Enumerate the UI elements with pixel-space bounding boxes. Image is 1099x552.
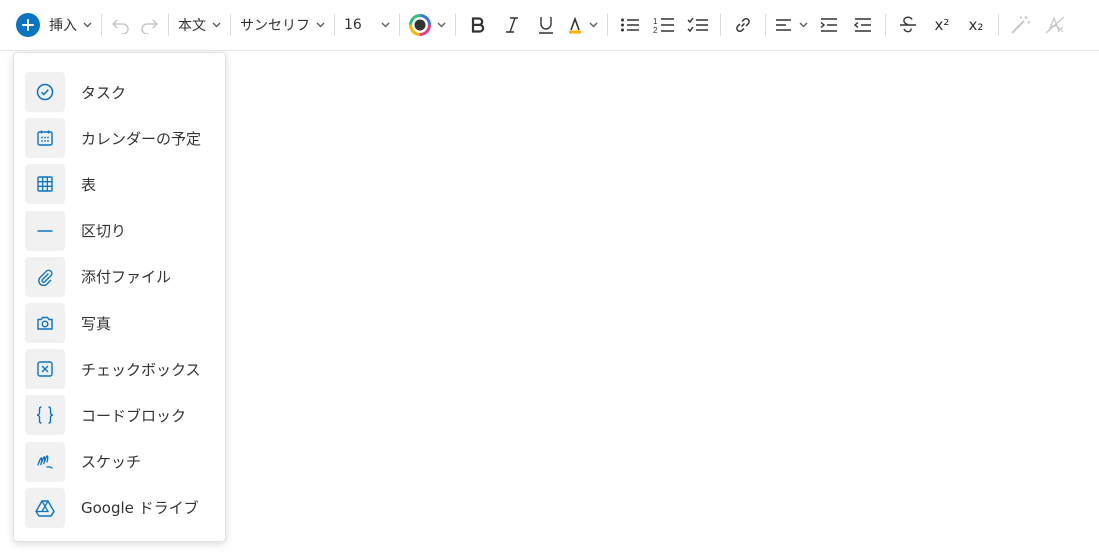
strikethrough-button[interactable]	[891, 9, 925, 41]
undo-button[interactable]	[107, 9, 135, 41]
insert-menu-item-checkbox[interactable]: チェックボックス	[14, 346, 225, 392]
table-icon	[25, 164, 65, 205]
insert-menu-item-task[interactable]: タスク	[14, 69, 225, 115]
toolbar-divider	[455, 14, 456, 36]
paragraph-style-dropdown[interactable]: 本文	[174, 9, 225, 41]
insert-menu-item-sketch[interactable]: スケッチ	[14, 439, 225, 485]
toolbar-divider	[101, 14, 102, 36]
toolbar-divider	[334, 14, 335, 36]
insert-button[interactable]: 挿入	[16, 9, 96, 41]
menu-item-label: 表	[81, 175, 97, 194]
font-family-dropdown[interactable]: サンセリフ	[236, 9, 329, 41]
highlight-button[interactable]	[563, 9, 602, 41]
numbered-list-button[interactable]: 12	[647, 9, 681, 41]
bullet-list-button[interactable]	[613, 9, 647, 41]
bold-button[interactable]	[461, 9, 495, 41]
menu-item-label: 写真	[81, 314, 112, 333]
checkbox-icon	[25, 349, 65, 390]
redo-button[interactable]	[135, 9, 163, 41]
undo-icon	[111, 19, 129, 34]
indent-icon	[820, 18, 837, 32]
insert-menu-item-table[interactable]: 表	[14, 161, 225, 207]
outdent-button[interactable]	[846, 9, 880, 41]
toolbar-divider	[168, 14, 169, 36]
sketch-icon	[25, 441, 65, 482]
insert-menu-item-divider[interactable]: 区切り	[14, 208, 225, 254]
insert-menu-item-photo[interactable]: 写真	[14, 300, 225, 346]
formatting-toolbar: 挿入 本文 サンセリフ 16 1 2 x² x₂	[0, 0, 1099, 51]
font-size-label: 16	[344, 17, 362, 33]
highlighter-icon	[569, 16, 581, 34]
task-check-icon	[25, 72, 65, 113]
menu-item-label: コードブロック	[81, 406, 187, 425]
bullet-list-icon	[621, 18, 639, 32]
align-dropdown[interactable]	[771, 9, 812, 41]
subscript-button[interactable]: x₂	[959, 9, 993, 41]
italic-button[interactable]	[495, 9, 529, 41]
chevron-down-icon	[799, 22, 808, 28]
insert-label: 挿入	[49, 18, 77, 34]
toolbar-divider	[607, 14, 608, 36]
checklist-button[interactable]	[681, 9, 715, 41]
clear-formatting-button[interactable]	[1038, 9, 1072, 41]
underline-icon	[539, 17, 553, 34]
underline-button[interactable]	[529, 9, 563, 41]
font-family-label: サンセリフ	[240, 18, 310, 34]
google-drive-icon	[25, 487, 65, 528]
bold-icon	[471, 17, 485, 33]
superscript-label: x²	[934, 16, 950, 34]
chevron-down-icon	[589, 22, 598, 28]
plus-icon	[16, 13, 40, 37]
magic-wand-icon	[1011, 16, 1031, 34]
svg-text:1: 1	[653, 17, 658, 26]
text-color-button[interactable]	[405, 9, 450, 41]
camera-icon	[25, 303, 65, 344]
indent-button[interactable]	[812, 9, 846, 41]
font-size-dropdown[interactable]: 16	[340, 9, 394, 41]
color-wheel-icon	[409, 14, 431, 36]
redo-icon	[141, 19, 159, 34]
paperclip-icon	[25, 256, 65, 297]
insert-menu-item-attachment[interactable]: 添付ファイル	[14, 254, 225, 300]
toolbar-divider	[885, 14, 886, 36]
insert-menu-item-calendar-event[interactable]: カレンダーの予定	[14, 115, 225, 161]
insert-menu: タスク カレンダーの予定 表 区切り 添付ファイル 写真 チェックボックス コー…	[13, 52, 226, 542]
paragraph-style-label: 本文	[178, 18, 206, 34]
toolbar-divider	[720, 14, 721, 36]
menu-item-label: Google ドライブ	[81, 499, 199, 518]
menu-item-label: チェックボックス	[81, 360, 201, 379]
toolbar-divider	[399, 14, 400, 36]
menu-item-label: 添付ファイル	[81, 268, 172, 287]
menu-item-label: スケッチ	[81, 453, 142, 472]
menu-item-label: カレンダーの予定	[81, 129, 202, 148]
toolbar-divider	[998, 14, 999, 36]
link-icon	[736, 17, 750, 33]
insert-menu-item-code-block[interactable]: コードブロック	[14, 392, 225, 438]
chevron-down-icon	[212, 22, 221, 28]
link-button[interactable]	[726, 9, 760, 41]
toolbar-divider	[230, 14, 231, 36]
code-braces-icon	[25, 395, 65, 436]
clear-formatting-icon	[1045, 16, 1065, 34]
chevron-down-icon	[83, 22, 92, 28]
outdent-icon	[854, 18, 871, 32]
strikethrough-icon	[900, 16, 916, 33]
calendar-icon	[25, 118, 65, 159]
chevron-down-icon	[381, 22, 390, 28]
superscript-button[interactable]: x²	[925, 9, 959, 41]
magic-wand-button[interactable]	[1004, 9, 1038, 41]
chevron-down-icon	[316, 22, 325, 28]
checklist-icon	[687, 17, 708, 33]
align-left-icon	[776, 19, 791, 31]
toolbar-divider	[765, 14, 766, 36]
numbered-list-icon: 12	[653, 17, 674, 34]
chevron-down-icon	[437, 22, 446, 28]
subscript-label: x₂	[968, 16, 984, 34]
menu-item-label: タスク	[81, 83, 127, 102]
italic-icon	[506, 17, 518, 33]
divider-icon	[25, 210, 65, 251]
menu-item-label: 区切り	[81, 222, 127, 241]
insert-menu-item-google-drive[interactable]: Google ドライブ	[14, 485, 225, 531]
svg-text:2: 2	[653, 26, 658, 34]
